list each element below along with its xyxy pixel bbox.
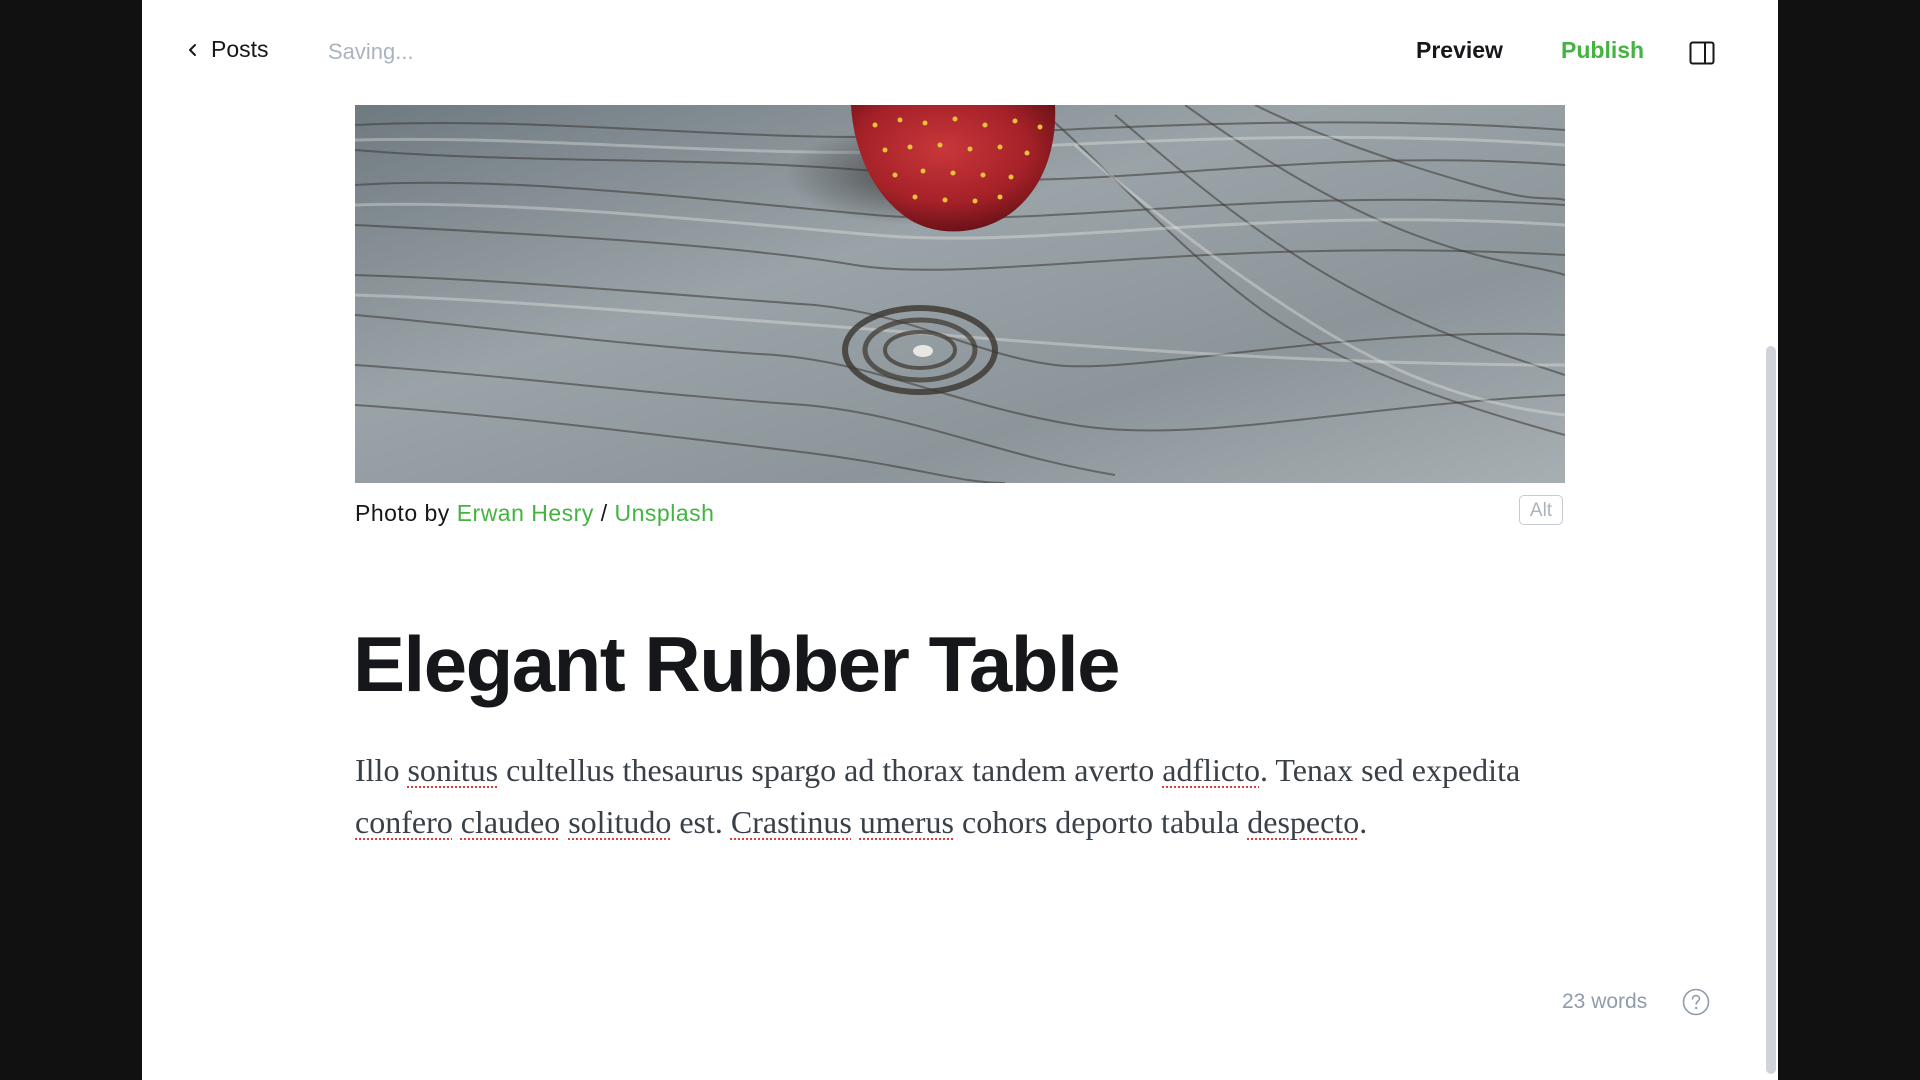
unsplash-link[interactable]: Unsplash <box>615 500 715 526</box>
misspelled-word[interactable]: adflicto <box>1162 752 1260 788</box>
editor-topbar: Posts Saving... Preview Publish <box>142 0 1778 104</box>
back-label: Posts <box>211 36 269 62</box>
body-text <box>852 804 860 840</box>
scrollbar-thumb[interactable] <box>1766 346 1776 1074</box>
misspelled-word[interactable]: despecto <box>1247 804 1359 840</box>
misspelled-word[interactable]: sonitus <box>407 752 498 788</box>
sidebar-toggle-icon <box>1689 41 1715 65</box>
caption-separator: / <box>593 500 615 526</box>
body-text: est. <box>671 804 731 840</box>
chevron-left-icon <box>189 43 196 56</box>
body-text: . <box>1359 804 1368 840</box>
post-title[interactable]: Elegant Rubber Table <box>353 621 1121 708</box>
body-text <box>453 804 461 840</box>
post-body[interactable]: Illo sonitus cultellus thesaurus spargo … <box>355 744 1565 848</box>
caption-prefix: Photo by <box>355 500 457 526</box>
scrollbar[interactable] <box>1762 0 1778 1080</box>
feature-image-photo <box>355 105 1565 483</box>
preview-button[interactable]: Preview <box>1416 37 1503 64</box>
body-text: cohors deporto tabula <box>953 804 1248 840</box>
sidebar-toggle-button[interactable] <box>1689 40 1715 66</box>
save-status: Saving... <box>328 39 414 64</box>
feature-image[interactable] <box>355 105 1565 483</box>
misspelled-word[interactable]: Crastinus <box>731 804 852 840</box>
back-to-posts-link[interactable]: Posts <box>187 36 269 63</box>
editor-window: Posts Saving... Preview Publish Photo by… <box>142 0 1778 1080</box>
image-caption[interactable]: Photo by Erwan Hesry / Unsplash <box>355 500 714 527</box>
misspelled-word[interactable]: solitudo <box>568 804 671 840</box>
body-text: . Tenax sed expedita <box>1259 752 1521 788</box>
publish-button[interactable]: Publish <box>1561 37 1644 64</box>
photographer-link[interactable]: Erwan Hesry <box>457 500 594 526</box>
body-text: cultellus thesaurus spargo ad thorax tan… <box>498 752 1163 788</box>
word-count: 23 words <box>1562 990 1648 1013</box>
misspelled-word[interactable]: claudeo <box>461 804 561 840</box>
question-circle-icon <box>1682 988 1710 1016</box>
misspelled-word[interactable]: confero <box>355 804 453 840</box>
help-button[interactable] <box>1682 988 1710 1016</box>
misspelled-word[interactable]: umerus <box>860 804 954 840</box>
alt-text-button[interactable]: Alt <box>1519 495 1563 525</box>
body-text: Illo <box>355 752 408 788</box>
